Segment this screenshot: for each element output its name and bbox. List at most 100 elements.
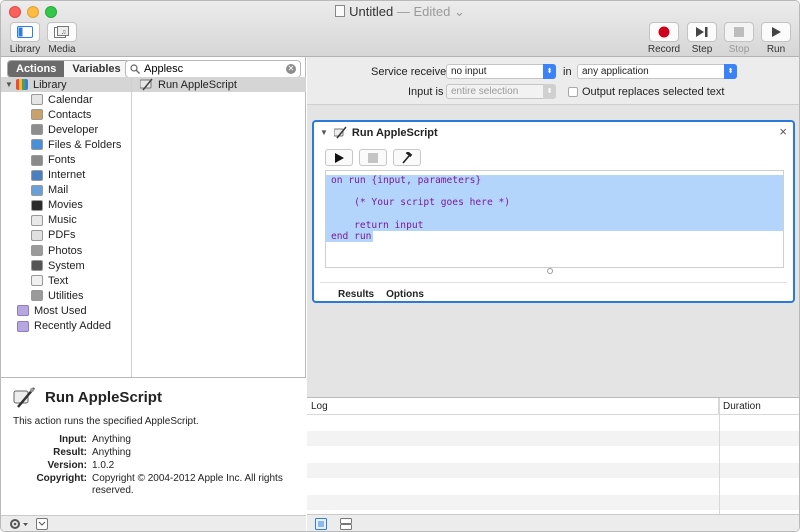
hammer-icon (402, 151, 413, 164)
disclosure-triangle-icon[interactable]: ▼ (5, 80, 13, 89)
table-row (307, 463, 799, 479)
output-replaces-checkbox[interactable] (568, 87, 578, 97)
service-receives-popup[interactable]: no input ⬍ (446, 64, 556, 79)
record-button[interactable]: Record (647, 22, 681, 55)
collapse-triangle-icon[interactable]: ▼ (320, 128, 328, 137)
movies-icon (31, 199, 43, 211)
sidebar-item-category[interactable]: Fonts (1, 152, 131, 167)
clear-search-icon[interactable]: ✕ (286, 64, 296, 74)
media-icon: ♫ (47, 22, 77, 42)
step-button[interactable]: Step (687, 22, 717, 55)
tab-results[interactable]: Results (338, 289, 374, 300)
category-label: Fonts (48, 154, 76, 167)
sidebar-item-category[interactable]: Movies (1, 198, 131, 213)
category-label: Music (48, 214, 77, 227)
sidebar-item-category[interactable]: PDFs (1, 228, 131, 243)
sidebar-item-category[interactable]: System (1, 258, 131, 273)
service-receives-value: no input (451, 66, 487, 77)
smart-group-label: Most Used (34, 304, 87, 317)
edited-indicator[interactable]: — Edited ⌄ (397, 4, 465, 19)
library-panel: Actions Variables ✕ ▼ Library Calendar Co… (1, 57, 306, 515)
application-popup[interactable]: any application ⬍ (577, 64, 737, 79)
copyright-property: Copyright: Copyright © 2004-2012 Apple In… (13, 473, 302, 497)
photos-icon (31, 245, 43, 257)
library-category-list[interactable]: ▼ Library Calendar Contacts Developer Files… (1, 77, 132, 377)
document-icon (335, 5, 346, 17)
stop-button[interactable]: Stop (723, 22, 755, 55)
window-title-text: Untitled (349, 4, 394, 19)
sidebar-item-category[interactable]: Files & Folders (1, 137, 131, 152)
stop-label: Stop (728, 44, 750, 55)
category-label: Mail (48, 184, 69, 197)
sidebar-item-category[interactable]: Mail (1, 183, 131, 198)
popup-stepper-icon: ⬍ (543, 84, 556, 99)
category-label: Utilities (48, 289, 84, 302)
show-description-icon[interactable] (36, 518, 48, 530)
sidebar-item-category[interactable]: Music (1, 213, 131, 228)
library-icon (10, 22, 40, 42)
tab-actions[interactable]: Actions (8, 61, 65, 77)
smart-folder-icon (17, 320, 29, 332)
list-item[interactable]: Run AppleScript (132, 77, 306, 92)
mail-icon (31, 184, 43, 196)
popup-stepper-icon: ⬍ (724, 64, 737, 79)
smart-folder-icon (17, 305, 29, 317)
sidebar-item-category[interactable]: Developer (1, 122, 131, 137)
library-root-label: Library (33, 78, 67, 91)
split-view-icon[interactable] (340, 518, 352, 530)
stop-script-button[interactable] (359, 149, 387, 166)
library-label: Library (9, 44, 41, 55)
library-root-item[interactable]: ▼ Library (1, 77, 131, 93)
category-label: Files & Folders (48, 138, 122, 151)
code-line: end run (326, 230, 374, 243)
resize-handle-icon[interactable] (547, 268, 553, 274)
run-script-button[interactable] (325, 149, 353, 166)
record-label: Record (647, 44, 681, 55)
list-view-icon[interactable] (315, 518, 327, 530)
sidebar-item-category[interactable]: Calendar (1, 92, 131, 107)
input-is-popup[interactable]: entire selection ⬍ (446, 84, 556, 99)
remove-action-icon[interactable]: × (779, 124, 787, 139)
run-button[interactable]: Run (761, 22, 791, 55)
duration-column-header[interactable]: Duration (719, 398, 765, 414)
run-label: Run (766, 44, 786, 55)
property-value: 1.0.2 (92, 460, 115, 471)
media-toolbar-button[interactable]: ♫ Media (46, 22, 78, 55)
table-row (307, 479, 799, 495)
sidebar-item-category[interactable]: Internet (1, 168, 131, 183)
popup-stepper-icon: ⬍ (543, 64, 556, 79)
search-input[interactable] (144, 63, 286, 75)
actions-variables-segmented-control[interactable]: Actions Variables (7, 60, 130, 78)
table-row (307, 495, 799, 511)
calendar-icon (31, 94, 43, 106)
input-is-value: entire selection (451, 86, 519, 97)
script-editor[interactable]: on run {input, parameters} (* Your scrip… (325, 170, 784, 268)
category-label: Calendar (48, 93, 93, 106)
music-icon (31, 214, 43, 226)
tab-options[interactable]: Options (386, 289, 424, 300)
log-column-header[interactable]: Log (307, 398, 719, 414)
library-toolbar-button[interactable]: Library (8, 22, 42, 55)
system-icon (31, 260, 43, 272)
service-receives-label: Service receives (371, 66, 452, 78)
description-summary: This action runs the specified AppleScri… (13, 416, 199, 427)
action-list[interactable]: Run AppleScript (132, 77, 306, 377)
output-replaces-label: Output replaces selected text (582, 86, 725, 98)
sidebar-item-smart-group[interactable]: Most Used (1, 303, 131, 318)
sidebar-item-category[interactable]: Contacts (1, 107, 131, 122)
library-search-field[interactable]: ✕ (125, 60, 301, 78)
tab-variables[interactable]: Variables (64, 61, 129, 77)
gear-menu-icon[interactable] (9, 518, 31, 530)
in-label: in (563, 66, 572, 78)
pdfs-icon (31, 229, 43, 241)
code-line: (* Your script goes here *) (326, 197, 783, 209)
sidebar-item-smart-group[interactable]: Recently Added (1, 319, 131, 334)
compile-script-button[interactable] (393, 149, 421, 166)
sidebar-item-category[interactable]: Text (1, 273, 131, 288)
card-header[interactable]: ▼ Run AppleScript (320, 126, 438, 139)
sidebar-item-category[interactable]: Photos (1, 243, 131, 258)
search-icon (130, 64, 140, 74)
run-applescript-action-card[interactable]: ▼ Run AppleScript × on run {input, param… (312, 120, 795, 303)
applescript-icon (140, 78, 153, 91)
sidebar-item-category[interactable]: Utilities (1, 288, 131, 303)
